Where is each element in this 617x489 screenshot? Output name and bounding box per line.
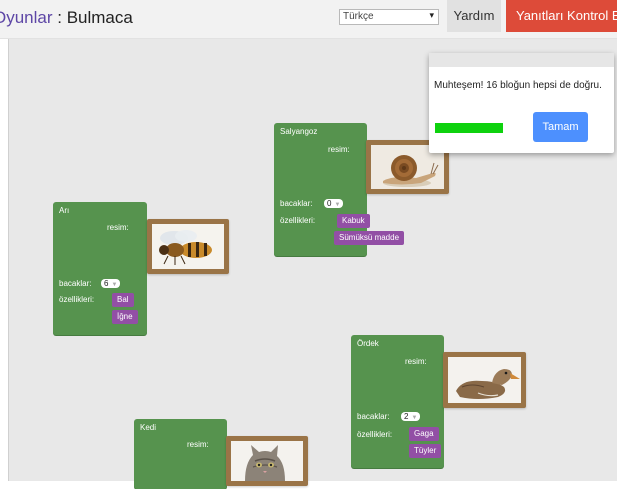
legs-label: bacaklar: — [357, 412, 390, 421]
legs-value: 6 — [104, 279, 109, 288]
page-title: Oyunlar : Bulmaca — [0, 8, 133, 28]
block-name: Arı — [59, 206, 70, 215]
cat-image — [231, 441, 303, 481]
language-value: Türkçe — [343, 11, 374, 22]
block-name: Salyangoz — [280, 127, 318, 136]
traits-label: özellikleri: — [59, 295, 95, 304]
progress-bar — [435, 123, 503, 133]
check-answers-button[interactable]: Yanıtları Kontrol Et — [506, 0, 617, 32]
dropdown-arrow-icon: ▼ — [334, 202, 341, 208]
image-label: resim: — [328, 145, 350, 154]
trait-block[interactable]: Bal — [112, 293, 134, 307]
legs-label: bacaklar: — [59, 279, 92, 288]
legs-field[interactable]: 6 ▼ — [101, 279, 121, 288]
bee-image — [152, 224, 224, 269]
trait-block[interactable]: Tüyler — [409, 444, 442, 458]
legs-value: 2 — [404, 412, 409, 421]
language-select[interactable]: Türkçe ▾ — [339, 9, 439, 25]
duck-image — [448, 357, 521, 403]
traits-label: özellikleri: — [357, 430, 393, 439]
image-label: resim: — [107, 223, 129, 232]
dropdown-arrow-icon: ▼ — [111, 282, 118, 288]
block-name: Kedi — [140, 423, 157, 432]
image-block-bee[interactable] — [147, 219, 229, 274]
image-block-cat[interactable] — [226, 436, 308, 486]
workspace-edge — [8, 39, 9, 481]
trait-block[interactable]: İğne — [112, 310, 138, 324]
dropdown-arrow-icon: ▾ — [429, 10, 434, 20]
image-label: resim: — [187, 440, 209, 449]
breadcrumb-games-link[interactable]: Oyunlar — [0, 8, 53, 27]
legs-field[interactable]: 0 ▼ — [324, 199, 344, 208]
breadcrumb-separator: : — [52, 8, 67, 27]
animal-block-cat[interactable]: Kedi resim: — [134, 419, 227, 489]
legs-value: 0 — [327, 199, 332, 208]
dialog-header — [429, 53, 614, 67]
dialog-message: Muhteşem! 16 bloğun hepsi de doğru. — [434, 80, 602, 91]
page-title-text: Bulmaca — [66, 8, 133, 27]
trait-block[interactable]: Gaga — [409, 427, 439, 441]
traits-label: özellikleri: — [280, 216, 316, 225]
legs-field[interactable]: 2 ▼ — [401, 412, 421, 421]
dropdown-arrow-icon: ▼ — [411, 415, 418, 421]
legs-label: bacaklar: — [280, 199, 313, 208]
success-dialog: Muhteşem! 16 bloğun hepsi de doğru. Tama… — [429, 53, 614, 153]
ok-button[interactable]: Tamam — [533, 112, 588, 142]
trait-block[interactable]: Kabuk — [337, 214, 370, 228]
trait-block[interactable]: Sümüksü madde — [334, 231, 405, 245]
image-label: resim: — [405, 357, 427, 366]
block-name: Ördek — [357, 339, 379, 348]
help-button[interactable]: Yardım — [447, 0, 501, 32]
header-bar: Oyunlar : Bulmaca Türkçe ▾ Yardım Yanıtl… — [0, 0, 617, 39]
image-block-duck[interactable] — [443, 352, 526, 408]
